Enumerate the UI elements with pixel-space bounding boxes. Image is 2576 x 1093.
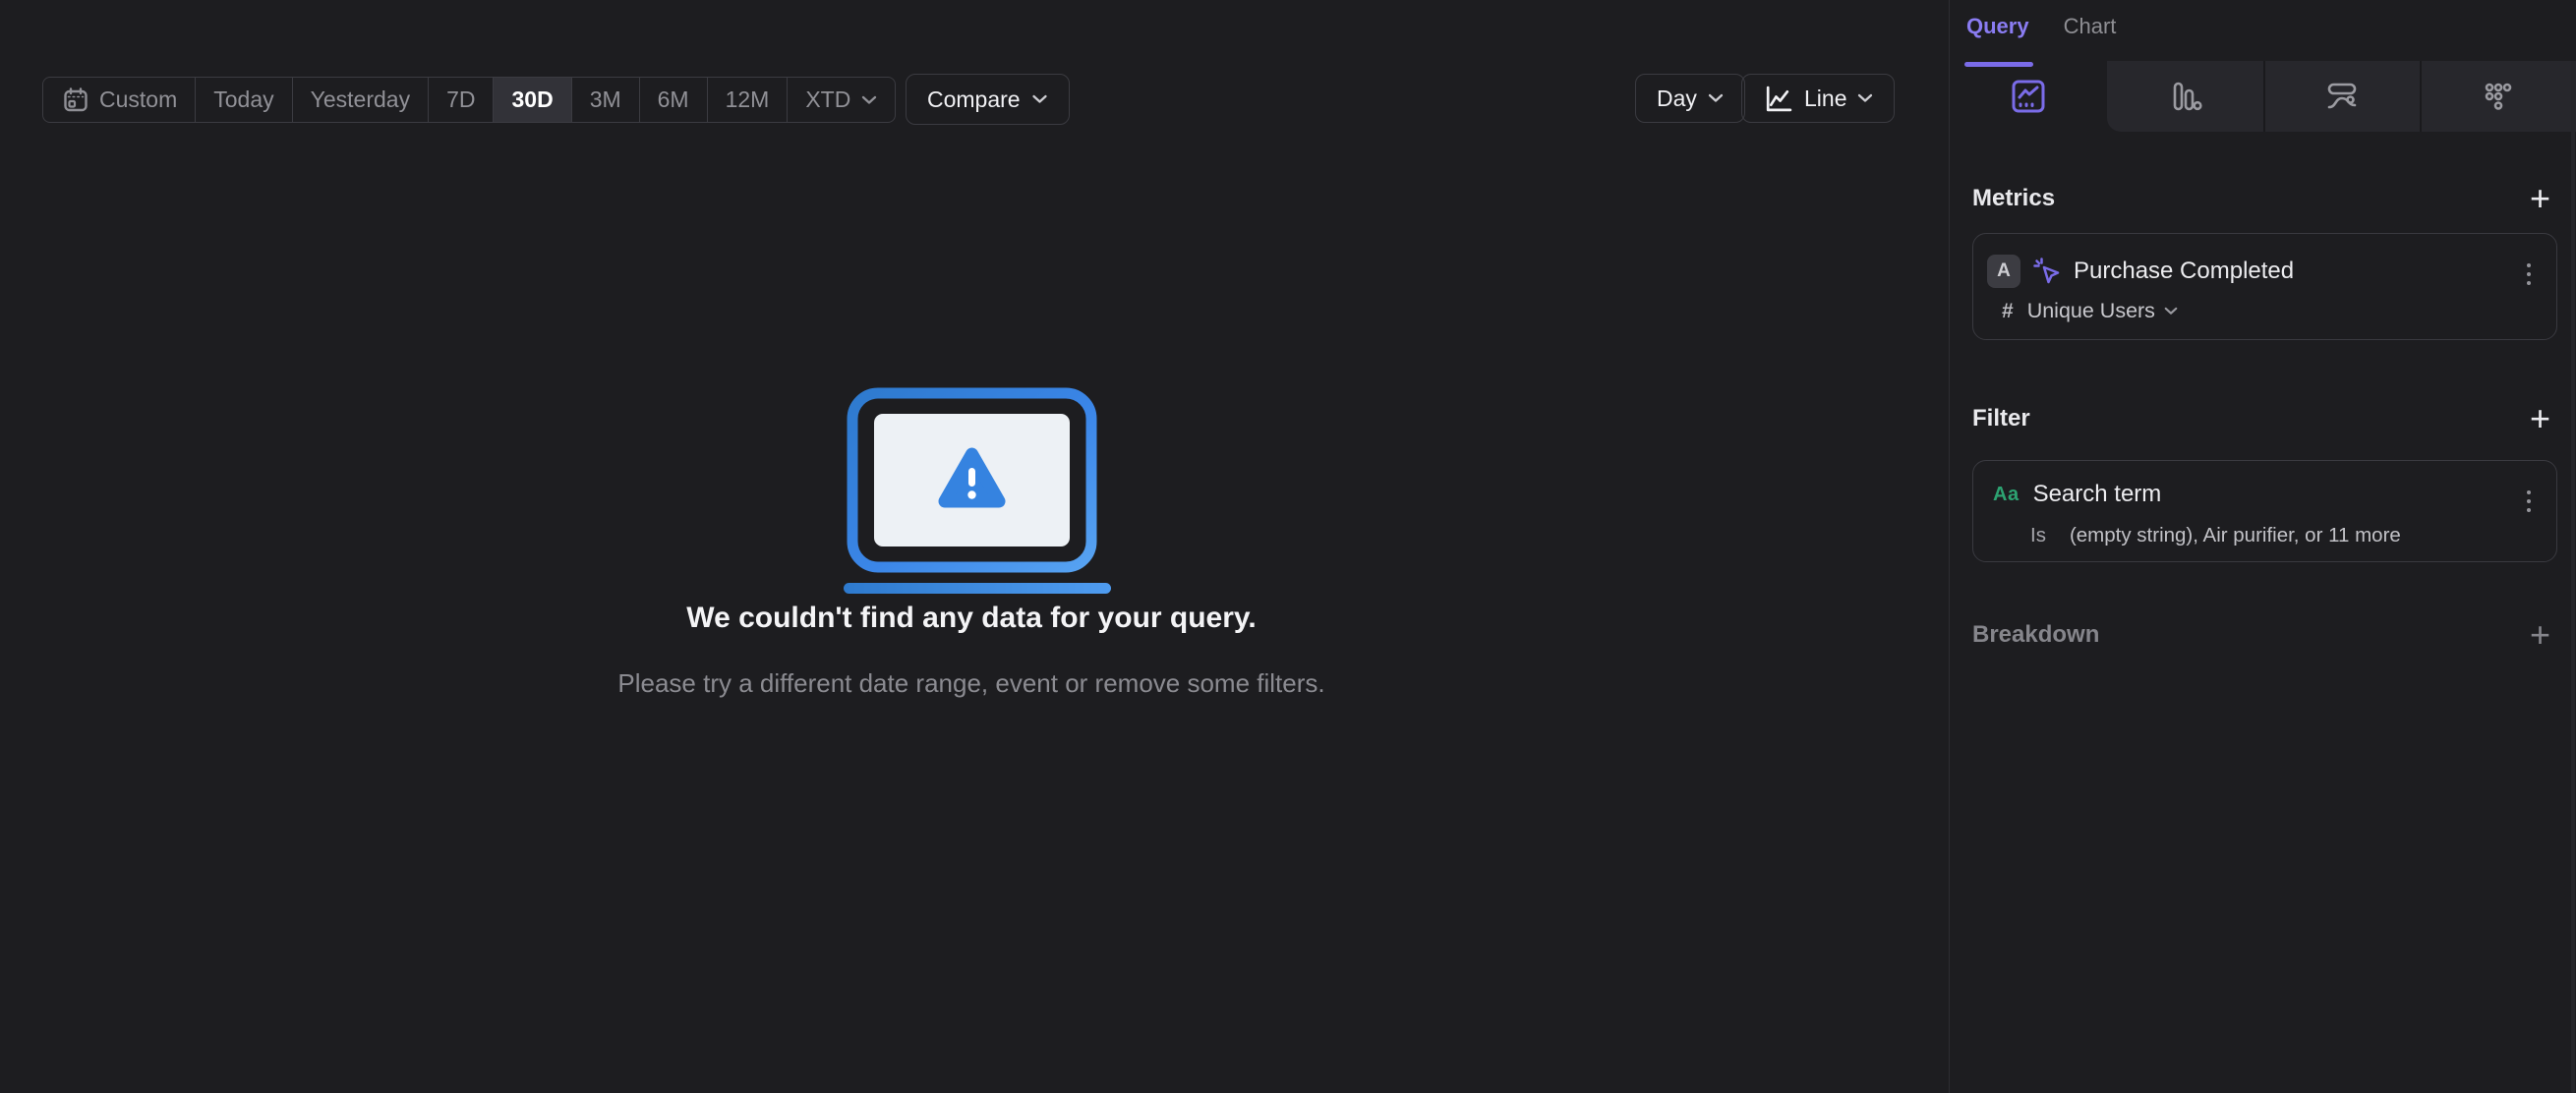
date-range-label: Yesterday [310,86,411,112]
tab-query-label: Query [1966,14,2029,38]
granularity-label: Day [1657,85,1697,111]
text-property-type-icon: Aa [1993,483,2020,505]
chart-style-button[interactable]: Line [1741,74,1896,123]
filter-section-header: Filter + [1972,401,2556,436]
date-range-3m[interactable]: 3M [572,78,640,122]
compare-button[interactable]: Compare [906,74,1070,125]
chart-type-flows-tab[interactable] [2262,61,2420,132]
date-range-7d[interactable]: 7D [429,78,495,122]
filter-operator[interactable]: Is [2030,524,2046,547]
metric-options-kebab-icon[interactable] [2520,258,2538,291]
chevron-down-icon [2164,307,2178,316]
date-range-6m[interactable]: 6M [640,78,708,122]
filter-title: Filter [1972,405,2030,431]
date-range-label: 3M [589,86,621,112]
date-range-custom[interactable]: Custom [43,78,197,122]
filter-options-kebab-icon[interactable] [2520,485,2538,518]
metric-row: A Purchase Completed [1973,234,2556,290]
filter-values[interactable]: (empty string), Air purifier, or 11 more [2070,524,2401,547]
empty-state-subtitle: Please try a different date range, event… [617,668,1325,698]
chevron-down-icon [1031,94,1048,104]
chart-style-label: Line [1804,85,1847,111]
metric-card[interactable]: A Purchase Completed # Unique Users [1972,233,2557,340]
add-metric-button[interactable]: + [2524,181,2556,216]
chart-type-inactive-group [2106,61,2576,132]
chart-type-tabs [1950,61,2576,132]
filter-card[interactable]: Aa Search term Is (empty string), Air pu… [1972,460,2557,562]
date-range-30d[interactable]: 30D [494,78,572,122]
empty-state-title: We couldn't find any data for your query… [686,602,1257,634]
query-builder-sidebar: Query Chart Metrics + A Purchase Complet… [1949,0,2576,1093]
date-range-yesterday[interactable]: Yesterday [293,78,430,122]
retention-icon [2481,79,2516,114]
metrics-section-header: Metrics + [1972,181,2556,216]
chart-type-bar-tab[interactable] [2107,61,2263,132]
filter-row: Aa Search term [1973,461,2556,512]
tab-chart[interactable]: Chart [2064,14,2117,53]
insights-report-page: Custom Today Yesterday 7D 30D 3M 6M 12M [0,0,2576,1093]
sidebar-tabs: Query Chart [1964,14,2117,67]
date-range-today[interactable]: Today [196,78,293,122]
hash-icon: # [2002,299,2014,322]
no-data-laptop-illustration [836,385,1111,598]
aggregation-dropdown[interactable]: Unique Users [2027,299,2178,323]
insights-line-chart-icon [2010,78,2047,115]
add-breakdown-button[interactable]: + [2524,617,2556,653]
add-filter-button[interactable]: + [2524,401,2556,436]
tab-query[interactable]: Query [1964,14,2033,67]
line-chart-icon [1763,84,1793,114]
chart-type-insights-tab[interactable] [1950,61,2107,132]
date-range-selector: Custom Today Yesterday 7D 30D 3M 6M 12M [42,77,897,123]
chart-type-retention-tab[interactable] [2419,61,2576,132]
date-range-12m[interactable]: 12M [708,78,789,122]
calendar-icon [61,86,90,115]
date-range-label: Today [213,86,274,112]
date-range-xtd[interactable]: XTD [788,78,895,122]
tab-chart-label: Chart [2063,14,2117,38]
breakdown-title: Breakdown [1972,621,2100,648]
chevron-down-icon [861,95,877,105]
chevron-down-icon [1708,93,1724,103]
date-range-label: 30D [511,86,554,112]
granularity-button[interactable]: Day [1635,74,1745,123]
flows-icon [2324,79,2360,114]
chevron-down-icon [1857,93,1873,103]
event-cursor-icon [2032,257,2062,286]
filter-property-name[interactable]: Search term [2033,481,2162,508]
bar-chart-icon [2167,79,2202,114]
date-range-label: 7D [446,86,476,112]
metric-event-name[interactable]: Purchase Completed [2074,258,2294,285]
filter-condition-row: Is (empty string), Air purifier, or 11 m… [1973,524,2556,547]
date-range-label: 12M [725,86,770,112]
sidebar-scrollbar[interactable] [2571,61,2575,1093]
aggregation-label: Unique Users [2026,299,2155,322]
date-range-label: Custom [99,86,178,112]
breakdown-section-header: Breakdown + [1972,617,2556,653]
metrics-title: Metrics [1972,185,2056,211]
compare-label: Compare [927,86,1021,112]
date-range-label: XTD [805,86,851,112]
metric-aggregation-row: # Unique Users [1973,299,2556,323]
date-range-label: 6M [657,86,689,112]
metric-letter-badge: A [1987,255,2020,288]
